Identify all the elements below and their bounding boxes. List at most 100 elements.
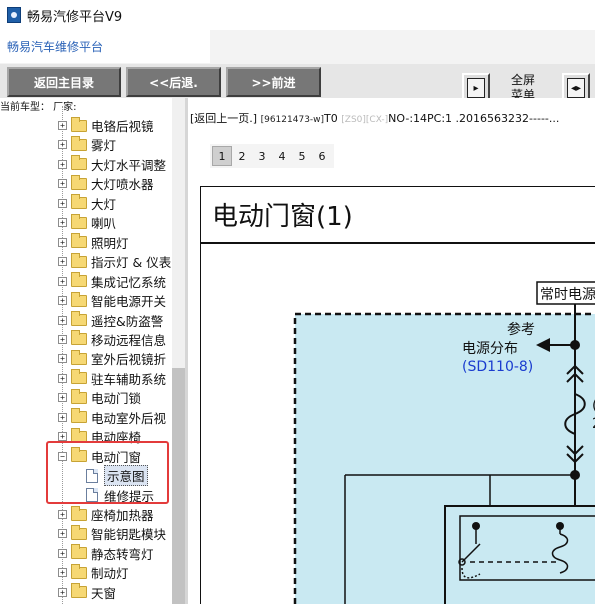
tree-item-label: 驻车辅助系统: [91, 371, 167, 387]
folder-icon: [71, 233, 87, 249]
tree-item[interactable]: + 电动室外后视: [58, 408, 166, 427]
folder-icon: [71, 116, 87, 132]
tree-panel: 当前车型： 厂家: + 电铬后视镜 + 雾灯 + 大灯水平调整 + 大灯喷水器 + 大灯 + 喇叭 + 照…: [0, 98, 185, 604]
tree-item[interactable]: + 指示灯 & 仪表: [58, 252, 171, 271]
tree-item[interactable]: + 驻车辅助系统: [58, 369, 166, 388]
expand-icon[interactable]: +: [58, 548, 67, 558]
expand-icon[interactable]: +: [58, 237, 67, 247]
back-button[interactable]: <<后退.: [126, 67, 221, 97]
tree-item[interactable]: + 智能钥匙模块: [58, 524, 166, 543]
tree-item-label: 天窗: [91, 585, 117, 601]
tree-item[interactable]: + 电铬后视镜: [58, 116, 154, 135]
doc-title: 电动门窗(1): [201, 187, 595, 244]
folder-icon: [71, 563, 87, 579]
tree-item-label: 喇叭: [91, 216, 117, 232]
page-button-5[interactable]: 5: [292, 146, 312, 166]
expand-icon[interactable]: +: [58, 412, 67, 422]
tree-item-label: 遥控&防盗警: [91, 313, 164, 329]
tab-bar: 畅易汽车维修平台: [0, 30, 595, 64]
folder-icon: [71, 272, 87, 288]
expand-icon[interactable]: +: [58, 354, 67, 364]
page-button-1[interactable]: 1: [212, 146, 232, 166]
tree-item[interactable]: + 喇叭: [58, 213, 116, 232]
tree-item-label: 移动远程信息: [91, 332, 167, 348]
doc-code: [96121473-w]: [260, 115, 325, 125]
tree-item-label: 大灯水平调整: [91, 157, 167, 173]
folder-icon: [71, 369, 87, 385]
expand-icon[interactable]: +: [58, 529, 67, 539]
tree-item-label: 照明灯: [91, 235, 129, 251]
expand-icon[interactable]: +: [58, 510, 67, 519]
page-button-6[interactable]: 6: [312, 146, 332, 166]
tree-item-label: 智能电源开关: [91, 294, 167, 310]
relay-node-2: [556, 522, 564, 530]
forward-button[interactable]: >>前进: [226, 67, 321, 97]
wiring-diagram: 常时电源 参考 电源分布 (SD110-8) 电 (左 25: [293, 281, 595, 604]
folder-icon: [71, 524, 87, 540]
folder-icon: [71, 544, 87, 560]
fullscreen-label-line1: 全屏: [510, 73, 535, 87]
expand-icon[interactable]: +: [58, 315, 67, 325]
breadcrumb: [返回上一页.] [96121473-w]T0 [ZS0][CX-]NO-:14…: [190, 110, 559, 126]
tree-item[interactable]: + 照明灯: [58, 233, 129, 252]
tree-item[interactable]: + 静态转弯灯: [58, 544, 154, 563]
tree-item[interactable]: + 天窗: [58, 583, 116, 602]
title-bar: 畅易汽修平台V9: [0, 0, 595, 30]
tree-item-label: 制动灯: [91, 566, 129, 582]
tree-item[interactable]: + 室外后视镜折: [58, 349, 166, 368]
folder-icon: [71, 388, 87, 404]
expand-icon[interactable]: +: [58, 296, 67, 306]
tree-item[interactable]: + 智能电源开关: [58, 291, 166, 310]
expand-icon[interactable]: +: [58, 373, 67, 383]
tree-item-label: 电动室外后视: [91, 410, 167, 426]
tree-item[interactable]: + 大灯喷水器: [58, 174, 154, 193]
tree-item-label: 电动门锁: [91, 391, 142, 407]
page-button-3[interactable]: 3: [252, 146, 272, 166]
expand-icon[interactable]: +: [58, 334, 67, 344]
tree-item[interactable]: + 大灯: [58, 194, 116, 213]
split-view-icon: ◂▸: [567, 78, 585, 98]
expand-icon[interactable]: +: [58, 276, 67, 286]
tab-main[interactable]: 畅易汽车维修平台: [0, 30, 210, 63]
highlight-box: [46, 441, 169, 504]
expand-icon[interactable]: +: [58, 140, 67, 150]
expand-icon[interactable]: +: [58, 198, 67, 208]
tree-item[interactable]: + 遥控&防盗警: [58, 311, 163, 330]
tree-item-label: 静态转弯灯: [91, 546, 154, 562]
tree-item[interactable]: + 集成记忆系统: [58, 272, 166, 291]
tab-label: 畅易汽车维修平台: [7, 40, 104, 54]
tree-item[interactable]: + 雾灯: [58, 135, 116, 154]
expand-icon[interactable]: +: [58, 179, 67, 189]
tree-item[interactable]: + 移动远程信息: [58, 330, 166, 349]
tree-item[interactable]: + 制动灯: [58, 563, 129, 582]
tree-item[interactable]: + 电动门锁: [58, 388, 141, 407]
ref-line2: 电源分布: [462, 341, 518, 357]
page-button-4[interactable]: 4: [272, 146, 292, 166]
tree-item-label: 指示灯 & 仪表: [91, 255, 172, 271]
page-button-2[interactable]: 2: [232, 146, 252, 166]
app-icon: [7, 7, 21, 23]
tree-item-label: 雾灯: [91, 138, 117, 154]
tree-item[interactable]: + 座椅加热器: [58, 505, 154, 524]
expand-icon[interactable]: +: [58, 432, 67, 442]
expand-icon[interactable]: +: [58, 587, 67, 597]
tree-item-label: 座椅加热器: [91, 508, 154, 523]
expand-icon[interactable]: +: [58, 121, 67, 130]
expand-icon[interactable]: +: [58, 257, 67, 267]
content-area: [返回上一页.] [96121473-w]T0 [ZS0][CX-]NO-:14…: [188, 98, 595, 604]
tree-item[interactable]: + 大灯水平调整: [58, 155, 166, 174]
expand-icon[interactable]: +: [58, 218, 67, 228]
back-to-main-button[interactable]: 返回主目录: [7, 67, 121, 97]
back-page-link[interactable]: [返回上一页.]: [190, 112, 257, 125]
tree-scroll-thumb[interactable]: [172, 368, 185, 604]
folder-icon: [71, 311, 87, 326]
current-model-label: 当前车型： 厂家:: [0, 102, 77, 113]
window-title: 畅易汽修平台V9: [27, 9, 123, 25]
folder-icon: [71, 155, 87, 171]
folder-icon: [71, 349, 87, 365]
expand-icon[interactable]: +: [58, 159, 67, 169]
folder-icon: [71, 291, 87, 307]
expand-icon[interactable]: +: [58, 393, 67, 403]
doc-code-suffix: T0: [324, 112, 338, 125]
expand-icon[interactable]: +: [58, 568, 67, 578]
